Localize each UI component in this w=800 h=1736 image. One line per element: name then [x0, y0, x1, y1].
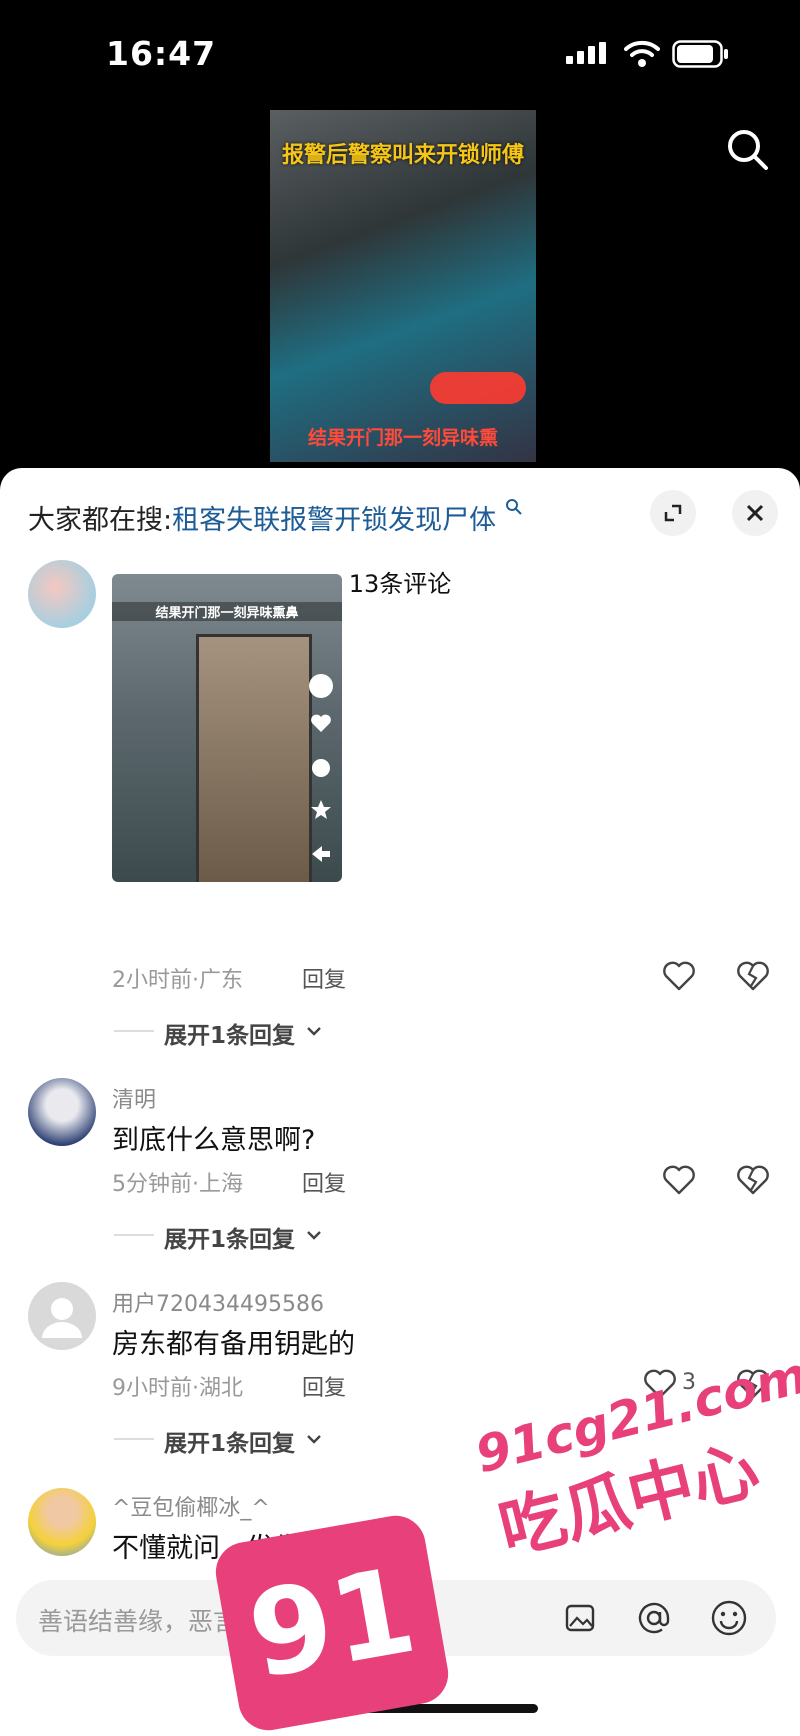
comment-username[interactable]: 用户720434495586 — [112, 1286, 324, 1318]
video-player[interactable]: 报警后警察叫来开锁师傅 结果开门那一刻异味熏 — [270, 110, 536, 462]
suggestion-link[interactable]: 租客失联报警开锁发现尸体 — [172, 505, 496, 536]
chevron-down-icon — [307, 1027, 321, 1036]
image-picker-icon[interactable] — [564, 1601, 598, 1635]
search-suggestion[interactable]: 大家都在搜:租客失联报警开锁发现尸体 — [28, 498, 523, 537]
comment-text: 到底什么意思啊? — [112, 1125, 316, 1156]
avatar[interactable] — [28, 1488, 96, 1556]
door-image — [196, 634, 312, 882]
reply-button[interactable]: 回复 — [302, 1166, 346, 1198]
expand-icon — [664, 504, 682, 522]
wifi-icon — [624, 40, 660, 67]
watermark-logo: 91 — [211, 1511, 453, 1735]
video-side-icons — [309, 674, 333, 862]
comment-image[interactable]: 结果开门那一刻异味熏鼻 — [112, 574, 342, 882]
avatar[interactable] — [28, 560, 96, 628]
avatar[interactable] — [28, 1078, 96, 1146]
cellular-signal-icon — [566, 42, 606, 64]
expand-replies-button[interactable]: 展开1条回复 — [164, 1016, 295, 1050]
reply-button[interactable]: 回复 — [302, 1370, 346, 1402]
status-time: 16:47 — [106, 34, 217, 73]
search-icon[interactable] — [726, 128, 770, 172]
comment-meta: 5分钟前·上海 — [112, 1172, 243, 1197]
comment-meta: 9小时前·湖北 — [112, 1376, 243, 1401]
video-caption-bottom: 结果开门那一刻异味熏 — [307, 427, 498, 449]
close-icon — [746, 504, 764, 522]
default-avatar[interactable] — [28, 1282, 96, 1350]
close-button[interactable] — [732, 490, 778, 536]
expand-button[interactable] — [650, 490, 696, 536]
dislike-broken-heart-icon[interactable] — [736, 960, 770, 992]
user-silhouette-icon — [42, 1298, 82, 1338]
comment-text: 房东都有备用钥匙的 — [112, 1329, 355, 1360]
expand-replies-button[interactable]: 展开1条回复 — [164, 1220, 295, 1254]
chevron-down-icon — [307, 1435, 321, 1444]
like-heart-icon[interactable] — [662, 960, 696, 992]
suggestion-prefix: 大家都在搜: — [28, 505, 173, 536]
reply-button[interactable]: 回复 — [302, 962, 346, 994]
battery-icon — [672, 40, 728, 68]
emoji-icon[interactable] — [710, 1599, 748, 1637]
suggestion-search-icon — [505, 499, 522, 515]
video-sticker — [430, 372, 526, 404]
comment-username[interactable]: 清明 — [112, 1082, 156, 1114]
video-caption-top: 报警后警察叫来开锁师傅 — [281, 143, 524, 168]
comment-meta: 2小时前·广东 — [112, 968, 243, 993]
comment-username[interactable]: ^豆包偷椰冰_^ — [112, 1490, 270, 1522]
comment-image-caption: 结果开门那一刻异味熏鼻 — [112, 602, 342, 621]
mention-icon[interactable] — [636, 1600, 672, 1636]
divider-line — [114, 1030, 154, 1032]
chevron-down-icon — [307, 1231, 321, 1240]
status-bar: 16:47 — [0, 0, 800, 110]
dislike-broken-heart-icon[interactable] — [736, 1164, 770, 1196]
expand-replies-button[interactable]: 展开1条回复 — [164, 1424, 295, 1458]
divider-line — [114, 1234, 154, 1236]
like-heart-icon[interactable] — [662, 1164, 696, 1196]
divider-line — [114, 1438, 154, 1440]
